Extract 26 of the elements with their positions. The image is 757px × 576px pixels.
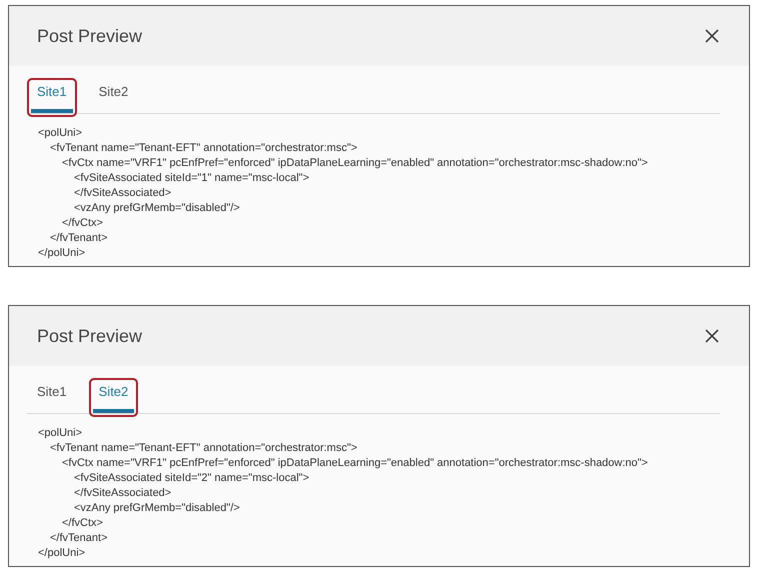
xml-line: <fvCtx name="VRF1" pcEnfPref="enforced" ipDataPlaneLearning="enabled" annotation="orchestrator:msc-shadow:no"> <box>61 156 649 171</box>
xml-line: </polUni> <box>38 246 86 261</box>
site-tab[interactable]: Site1 <box>31 382 73 413</box>
close-icon[interactable] <box>705 29 719 43</box>
dialog-title: Post Preview <box>37 326 142 346</box>
xml-line: <fvSiteAssociated siteId="2" name="msc-local"> <box>73 471 310 486</box>
xml-line: </polUni> <box>38 546 86 561</box>
xml-line: </fvSiteAssociated> <box>73 486 172 501</box>
xml-line: </fvCtx> <box>61 216 104 231</box>
dialog-title: Post Preview <box>37 26 142 46</box>
xml-line: </fvSiteAssociated> <box>73 186 172 201</box>
site-tab[interactable]: Site1 <box>31 82 73 113</box>
close-icon[interactable] <box>705 329 719 343</box>
xml-line: <vzAny prefGrMemb="disabled"/> <box>73 201 241 216</box>
xml-line: <fvTenant name="Tenant-EFT" annotation="orchestrator:msc"> <box>49 441 358 456</box>
xml-line: <vzAny prefGrMemb="disabled"/> <box>73 501 241 516</box>
xml-line: <polUni> <box>38 426 84 441</box>
site-tab[interactable]: Site2 <box>92 382 134 413</box>
xml-line: </fvTenant> <box>49 231 108 246</box>
site-tab[interactable]: Site2 <box>92 82 134 113</box>
xml-line: <polUni> <box>38 126 84 141</box>
xml-line: <fvSiteAssociated siteId="1" name="msc-local"> <box>73 171 310 186</box>
xml-line: </fvTenant> <box>49 531 108 546</box>
xml-line: <fvTenant name="Tenant-EFT" annotation="orchestrator:msc"> <box>49 141 358 156</box>
xml-line: </fvCtx> <box>61 516 104 531</box>
xml-line: <fvCtx name="VRF1" pcEnfPref="enforced" ipDataPlaneLearning="enabled" annotation="orchestrator:msc-shadow:no"> <box>61 456 649 471</box>
